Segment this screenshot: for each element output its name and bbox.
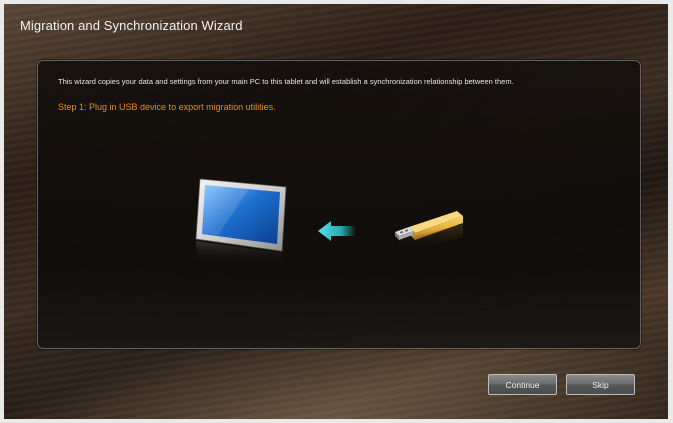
step-instruction: Step 1: Plug in USB device to export mig… xyxy=(58,102,276,112)
arrow-left-icon xyxy=(318,220,356,242)
skip-button[interactable]: Skip xyxy=(566,374,635,395)
wizard-window: Migration and Synchronization Wizard Thi… xyxy=(0,0,673,423)
wizard-description: This wizard copies your data and setting… xyxy=(58,77,514,86)
continue-button[interactable]: Continue xyxy=(488,374,557,395)
content-panel: This wizard copies your data and setting… xyxy=(37,60,641,349)
window-title: Migration and Synchronization Wizard xyxy=(20,18,243,33)
usb-drive-icon xyxy=(391,209,467,255)
tablet-screen-icon xyxy=(194,177,290,265)
